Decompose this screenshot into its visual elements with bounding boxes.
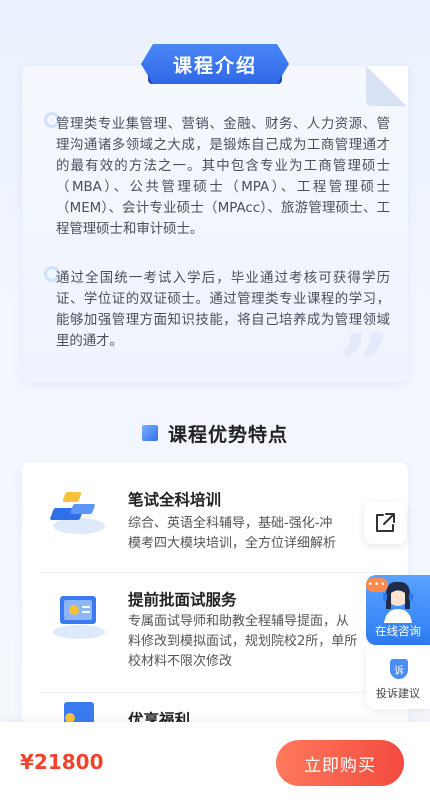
- feature-desc-line: 校材料不限次修改: [128, 654, 233, 669]
- feature-desc-line: 专属面试导师和助教全程辅导提面，从: [128, 614, 350, 629]
- buy-now-button[interactable]: 立即购买: [276, 740, 404, 786]
- cube-icon: [141, 425, 158, 441]
- chat-bubble-icon: •••: [366, 578, 388, 592]
- share-external-icon: [376, 513, 395, 532]
- consult-widget: 在线咨询 诉 投诉建议: [366, 575, 430, 711]
- intro-paragraph-1: 管理类专业集管理、营销、金融、财务、人力资源、管理沟通诸多领域之大成，是锻炼自己…: [56, 117, 390, 237]
- certificate-screen-icon: [53, 596, 105, 639]
- divider: [40, 572, 390, 573]
- share-button[interactable]: [364, 502, 406, 544]
- course-intro-title: 课程介绍: [141, 44, 289, 84]
- feature-desc-line: 模考四大模块培训，全方位详细解析: [128, 536, 337, 551]
- consult-label: 在线咨询: [375, 624, 421, 638]
- feature-title: 笔试全科培训: [128, 491, 222, 509]
- bottom-purchase-bar: ¥21800 立即购买: [0, 722, 430, 800]
- feature-desc-line: 综合、英语全科辅导，基础-强化-冲: [128, 516, 333, 531]
- quote-mark-icon: ”: [338, 314, 390, 420]
- feature-desc-line: 料修改到模拟面试，规划院校2所，单所: [128, 634, 358, 649]
- divider: [40, 692, 390, 693]
- feature-title: 提前批面试服务: [128, 591, 237, 609]
- course-price: ¥21800: [20, 750, 104, 774]
- complaint-button[interactable]: 诉 投诉建议: [366, 645, 430, 709]
- card-fold-decoration: [366, 66, 408, 106]
- complaint-label: 投诉建议: [376, 687, 420, 700]
- stacked-blocks-icon: [50, 492, 105, 534]
- advantages-title: 课程优势特点: [167, 423, 288, 446]
- advantages-heading: 课程优势特点: [0, 418, 430, 448]
- complaint-shield-icon: 诉: [390, 659, 408, 679]
